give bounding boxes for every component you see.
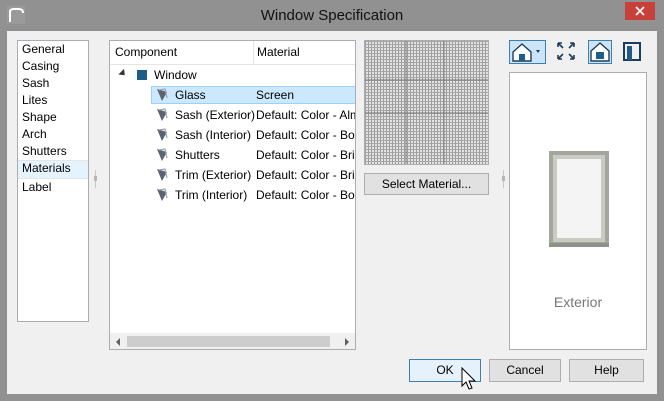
dialog-body: General Casing Sash Lites Shape Arch Shu… bbox=[7, 31, 657, 394]
fill-window-icon bbox=[557, 42, 575, 60]
material-column-header[interactable]: Material bbox=[257, 41, 300, 64]
category-general[interactable]: General bbox=[18, 41, 88, 58]
component-name: Sash (Interior) bbox=[175, 128, 252, 142]
tree-root-row[interactable]: Window bbox=[110, 65, 355, 85]
exterior-view-icon bbox=[590, 42, 610, 62]
category-list[interactable]: General Casing Sash Lites Shape Arch Shu… bbox=[17, 40, 89, 322]
exterior-view-button[interactable] bbox=[588, 40, 612, 64]
category-arch[interactable]: Arch bbox=[18, 126, 88, 143]
table-header: Component Material bbox=[110, 41, 355, 65]
view-mode-label: Exterior bbox=[553, 294, 603, 310]
table-row[interactable]: Sash (Exterior) Default: Color - Alm bbox=[110, 105, 356, 125]
component-name: Glass bbox=[175, 88, 206, 102]
table-row[interactable]: Glass Screen bbox=[110, 85, 355, 105]
category-lites[interactable]: Lites bbox=[18, 92, 88, 109]
column-separator[interactable] bbox=[253, 41, 254, 64]
materials-table[interactable]: Component Material Window Glass Screen S… bbox=[109, 40, 356, 350]
category-label[interactable]: Label bbox=[18, 179, 88, 196]
category-materials[interactable]: Materials bbox=[18, 160, 88, 179]
category-shape[interactable]: Shape bbox=[18, 109, 88, 126]
left-splitter[interactable] bbox=[93, 170, 98, 188]
camera-view-dropdown-icon bbox=[512, 43, 540, 62]
material-name: Screen bbox=[256, 88, 295, 102]
dialog-title: Window Specification bbox=[260, 7, 404, 24]
material-icon bbox=[157, 128, 168, 141]
screen-texture bbox=[365, 41, 488, 164]
component-name: Trim (Exterior) bbox=[175, 168, 252, 182]
mouse-cursor-icon bbox=[461, 367, 477, 390]
category-casing[interactable]: Casing bbox=[18, 58, 88, 75]
category-sash[interactable]: Sash bbox=[18, 75, 88, 92]
expand-collapse-icon[interactable] bbox=[118, 68, 128, 79]
material-icon bbox=[157, 108, 168, 121]
material-name: Default: Color - Brit bbox=[256, 168, 356, 182]
scroll-right-icon[interactable] bbox=[345, 338, 349, 346]
material-name: Default: Color - Bor bbox=[256, 188, 356, 202]
table-row[interactable]: Shutters Default: Color - Brit bbox=[110, 145, 356, 165]
scroll-left-icon[interactable] bbox=[116, 338, 120, 346]
material-preview-swatch bbox=[364, 40, 489, 165]
interior-view-button[interactable] bbox=[621, 40, 645, 64]
right-splitter[interactable] bbox=[501, 170, 506, 188]
tree-root-label: Window bbox=[154, 68, 197, 82]
cancel-button[interactable]: Cancel bbox=[489, 359, 561, 382]
table-row[interactable]: Trim (Interior) Default: Color - Bor bbox=[110, 185, 356, 205]
component-column-header[interactable]: Component bbox=[115, 41, 177, 64]
table-row[interactable]: Sash (Interior) Default: Color - Bor bbox=[110, 125, 356, 145]
title-bar[interactable]: Window Specification bbox=[0, 0, 664, 31]
interior-view-icon bbox=[623, 42, 641, 61]
window-specification-dialog: Window Specification General Casing Sash… bbox=[0, 0, 664, 401]
close-icon bbox=[635, 6, 645, 16]
help-button[interactable]: Help bbox=[569, 359, 644, 382]
material-name: Default: Color - Alm bbox=[256, 108, 356, 122]
table-row[interactable]: Trim (Exterior) Default: Color - Brit bbox=[110, 165, 356, 185]
select-material-button[interactable]: Select Material... bbox=[364, 173, 489, 195]
category-shutters[interactable]: Shutters bbox=[18, 143, 88, 160]
material-icon bbox=[157, 188, 168, 201]
material-name: Default: Color - Brit bbox=[256, 148, 356, 162]
material-icon bbox=[157, 88, 168, 101]
window-3d-preview[interactable]: Exterior bbox=[509, 72, 647, 350]
material-icon bbox=[157, 148, 168, 161]
component-name: Trim (Interior) bbox=[175, 188, 248, 202]
fill-window-button[interactable] bbox=[555, 40, 579, 64]
window-model-image bbox=[549, 151, 609, 247]
horizontal-scrollbar[interactable] bbox=[110, 333, 355, 349]
scrollbar-thumb[interactable] bbox=[127, 336, 330, 347]
component-name: Sash (Exterior) bbox=[175, 108, 256, 122]
close-button[interactable] bbox=[625, 2, 655, 20]
material-name: Default: Color - Bor bbox=[256, 128, 356, 142]
component-name: Shutters bbox=[175, 148, 220, 162]
camera-view-dropdown[interactable] bbox=[509, 40, 546, 64]
window-component-icon bbox=[137, 70, 147, 80]
material-icon bbox=[157, 168, 168, 181]
